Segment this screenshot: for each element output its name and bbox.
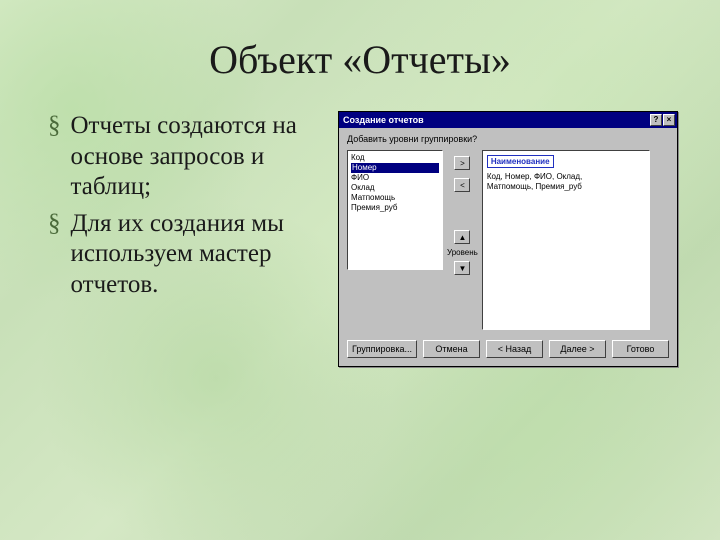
list-item[interactable]: ФИО <box>351 173 439 183</box>
dialog-button-row: Группировка... Отмена < Назад Далее > Го… <box>347 340 669 358</box>
slide-title: Объект «Отчеты» <box>0 0 720 83</box>
report-wizard-dialog: Создание отчетов ? × Добавить уровни гру… <box>338 111 678 367</box>
list-item[interactable]: Номер <box>351 163 439 173</box>
preview-header: Наименование <box>487 155 554 168</box>
close-button[interactable]: × <box>663 114 675 126</box>
grouping-prompt: Добавить уровни группировки? <box>347 134 669 144</box>
grouping-preview: Наименование Код, Номер, ФИО, Оклад, Мат… <box>482 150 650 330</box>
bullet-item: § Для их создания мы используем мастер о… <box>48 209 318 301</box>
content-row: § Отчеты создаются на основе запросов и … <box>0 111 720 367</box>
bullet-mark-icon: § <box>48 111 61 203</box>
move-buttons-col: > < ▲ Уровень ▼ <box>447 156 478 275</box>
priority-label: Уровень <box>447 248 478 257</box>
help-button[interactable]: ? <box>650 114 662 126</box>
add-field-button[interactable]: > <box>454 156 470 170</box>
priority-down-button[interactable]: ▼ <box>454 261 470 275</box>
list-item[interactable]: Матпомощь <box>351 193 439 203</box>
panes-row: Код Номер ФИО Оклад Матпомощь Премия_руб… <box>347 150 669 330</box>
dialog-body: Добавить уровни группировки? Код Номер Ф… <box>339 128 677 366</box>
preview-line: Матпомощь, Премия_руб <box>487 182 645 192</box>
remove-field-button[interactable]: < <box>454 178 470 192</box>
bullet-mark-icon: § <box>48 209 61 301</box>
preview-line: Код, Номер, ФИО, Оклад, <box>487 172 645 182</box>
titlebar-buttons: ? × <box>650 114 675 126</box>
bullet-list: § Отчеты создаются на основе запросов и … <box>48 111 318 367</box>
list-item[interactable]: Премия_руб <box>351 203 439 213</box>
cancel-button[interactable]: Отмена <box>423 340 480 358</box>
available-fields-listbox[interactable]: Код Номер ФИО Оклад Матпомощь Премия_руб <box>347 150 443 270</box>
bullet-item: § Отчеты создаются на основе запросов и … <box>48 111 318 203</box>
dialog-titlebar: Создание отчетов ? × <box>339 112 677 128</box>
next-button[interactable]: Далее > <box>549 340 606 358</box>
priority-up-button[interactable]: ▲ <box>454 230 470 244</box>
priority-col: ▲ Уровень ▼ <box>447 230 478 275</box>
bullet-text: Для их создания мы используем мастер отч… <box>71 209 319 301</box>
finish-button[interactable]: Готово <box>612 340 669 358</box>
list-item[interactable]: Код <box>351 153 439 163</box>
grouping-options-button[interactable]: Группировка... <box>347 340 417 358</box>
back-button[interactable]: < Назад <box>486 340 543 358</box>
bullet-text: Отчеты создаются на основе запросов и та… <box>71 111 319 203</box>
dialog-title: Создание отчетов <box>343 115 424 125</box>
list-item[interactable]: Оклад <box>351 183 439 193</box>
